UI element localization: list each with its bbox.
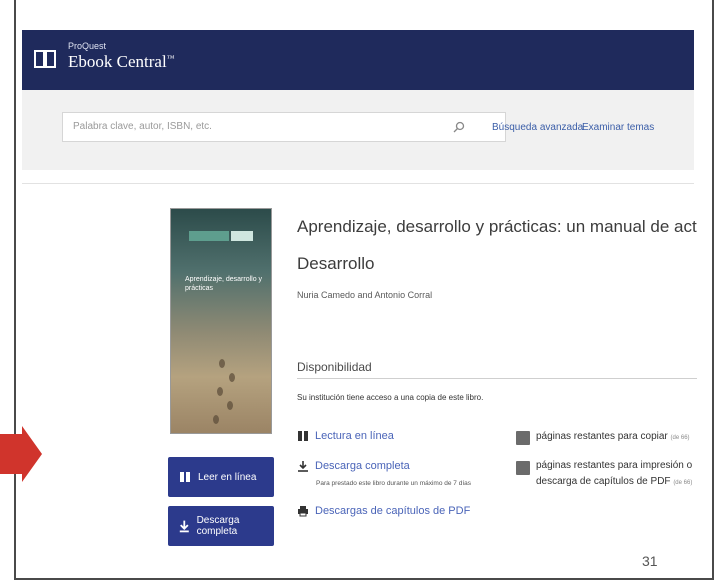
- full-download-button-label: Descarga completa: [196, 515, 240, 537]
- print-pages-text: páginas restantes para impresión o desca…: [536, 458, 706, 491]
- cover-title: Aprendizaje, desarrollo y prácticas: [185, 276, 263, 292]
- app-header: ProQuest Ebook Central™: [22, 30, 694, 90]
- page-number: 31: [642, 553, 658, 569]
- browse-subjects-link[interactable]: Examinar temas: [582, 122, 654, 133]
- cover-publisher-badge: [189, 231, 229, 241]
- print-pages-label: páginas restantes para impresión o: [536, 460, 693, 471]
- red-arrow-icon: [0, 426, 42, 482]
- chapter-download-option-label: Descargas de capítulos de PDF: [315, 505, 471, 517]
- advanced-search-link[interactable]: Búsqueda avanzada: [492, 122, 583, 133]
- access-text: Su institución tiene acceso a una copia …: [297, 393, 484, 402]
- full-download-option-label: Descarga completa: [315, 460, 410, 472]
- book-icon: [298, 431, 308, 441]
- search-input[interactable]: Palabra clave, autor, ISBN, etc.: [62, 112, 506, 142]
- book-logo-icon: [34, 50, 56, 68]
- footprint: [213, 415, 219, 424]
- book-cover[interactable]: Aprendizaje, desarrollo y prácticas: [170, 208, 272, 434]
- brand-small-label: ProQuest: [68, 41, 107, 51]
- book-icon: [180, 472, 190, 482]
- book-title: Aprendizaje, desarrollo y prácticas: un …: [297, 217, 697, 236]
- availability-divider: [297, 378, 697, 379]
- copy-icon: [516, 431, 530, 445]
- footprint: [227, 401, 233, 410]
- trademark-mark: ™: [166, 53, 175, 63]
- footprint: [229, 373, 235, 382]
- read-online-option[interactable]: Lectura en línea: [297, 430, 394, 442]
- copy-pages-text: páginas restantes para copiar (de 66): [536, 429, 690, 446]
- cover-logo-badge: [231, 231, 253, 241]
- availability-heading: Disponibilidad: [297, 360, 372, 374]
- divider: [22, 183, 694, 184]
- footprint: [217, 387, 223, 396]
- download-icon: [298, 461, 308, 472]
- read-online-button-label: Leer en línea: [198, 471, 257, 483]
- read-online-option-label: Lectura en línea: [315, 430, 394, 442]
- read-online-button[interactable]: Leer en línea: [168, 457, 274, 497]
- print-pages-icon: [516, 461, 530, 475]
- brand-name[interactable]: Ebook Central™: [68, 52, 175, 72]
- download-icon: [179, 520, 189, 533]
- book-authors: Nuria Camedo and Antonio Corral: [297, 290, 433, 300]
- print-pages-label-2: descarga de capítulos de PDF (de 66): [536, 476, 693, 487]
- print-pages-note: (de 66): [673, 480, 693, 486]
- copy-pages-note: (de 66): [670, 435, 690, 441]
- footprint: [219, 359, 225, 368]
- search-icon[interactable]: [452, 120, 466, 134]
- book-subtitle: Desarrollo: [297, 254, 375, 273]
- full-download-note: Para prestado este libro durante un máxi…: [316, 480, 472, 487]
- full-download-option[interactable]: Descarga completa: [297, 460, 410, 472]
- chapter-download-option[interactable]: Descargas de capítulos de PDF: [297, 505, 470, 517]
- copy-pages-label: páginas restantes para copiar: [536, 431, 668, 442]
- full-download-button[interactable]: Descarga completa: [168, 506, 274, 546]
- print-icon: [298, 506, 308, 517]
- search-area: Palabra clave, autor, ISBN, etc. Búsqued…: [22, 90, 694, 170]
